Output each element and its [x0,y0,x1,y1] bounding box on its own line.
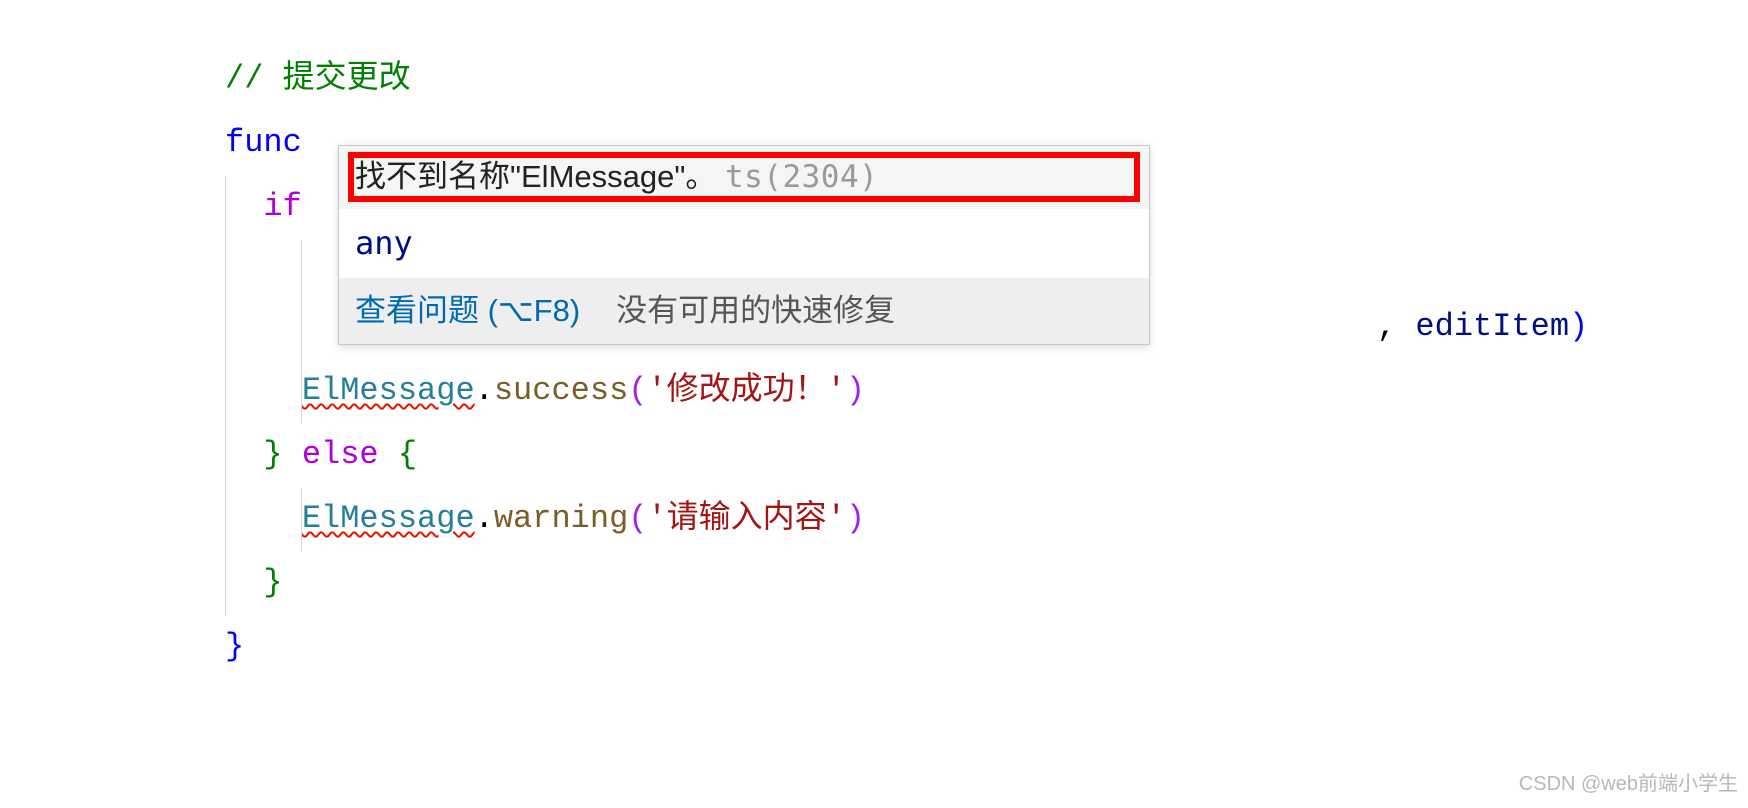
code-line: } [225,552,1748,616]
method-warning: warning [494,500,628,537]
code-line: ElMessage.warning('请输入内容') [225,488,1748,552]
code-line: // 提交更改 [225,48,1748,112]
hover-tooltip: 找不到名称"ElMessage"。 ts(2304) any 查看问题 (⌥F8… [338,145,1150,345]
identifier-ElMessage[interactable]: ElMessage [302,500,475,537]
view-problem-link[interactable]: 查看问题 (⌥F8) [355,290,580,332]
keyword-if: if [263,188,301,225]
code-line: } else { [225,424,1748,488]
error-message-text: 找不到名称"ElMessage"。 [355,159,716,194]
error-code-text: ts(2304) [725,159,878,195]
code-editor-region: // 提交更改 func if , editItem) ElMessage.su… [225,48,1748,680]
method-success: success [494,372,628,409]
code-line: ElMessage.success('修改成功！') [225,360,1748,424]
string-literal: '请输入内容' [647,500,845,537]
hover-error-row: 找不到名称"ElMessage"。 ts(2304) [339,146,1149,209]
identifier-ElMessage[interactable]: ElMessage [302,372,475,409]
hover-type-text: any [355,224,413,262]
no-quick-fix-text: 没有可用的快速修复 [616,290,895,332]
keyword-function: func [225,124,302,161]
hover-type-row: any [339,209,1149,279]
watermark-text: CSDN @web前端小学生 [1519,765,1738,804]
string-literal: '修改成功！' [647,372,845,409]
code-line: } [225,616,1748,680]
hover-actions-row: 查看问题 (⌥F8) 没有可用的快速修复 [339,278,1149,344]
comment-text: // 提交更改 [225,60,411,97]
keyword-else: else [302,436,379,473]
